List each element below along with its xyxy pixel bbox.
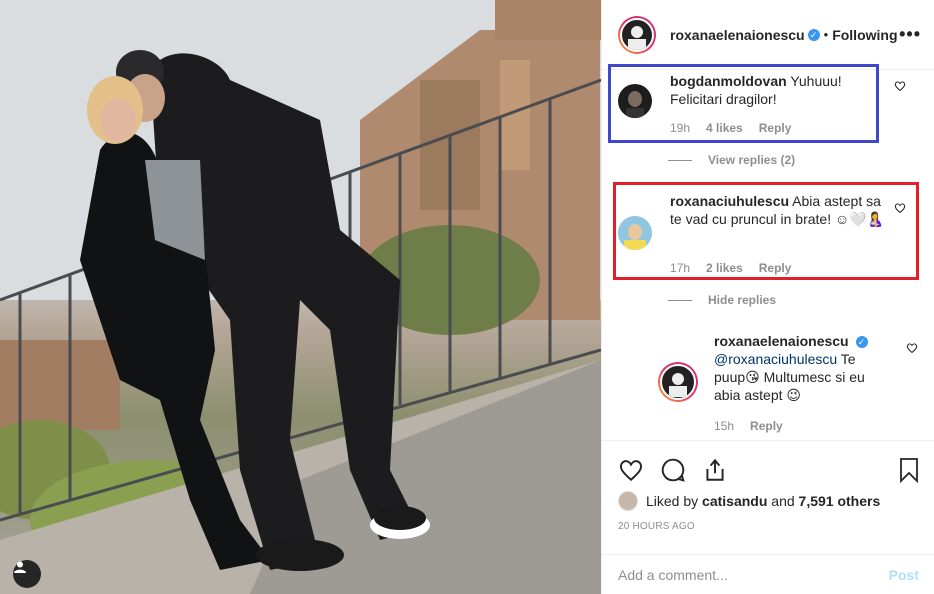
liked-by-joiner: and bbox=[771, 493, 795, 509]
post-photo[interactable] bbox=[0, 0, 601, 594]
reply-time[interactable]: 15h bbox=[714, 419, 734, 433]
header-separator: • bbox=[823, 27, 829, 42]
post-actions: Liked by catisandu and 7,591 others 20 H… bbox=[602, 440, 934, 568]
highlight-box-red bbox=[613, 182, 919, 280]
photo-scene bbox=[0, 0, 601, 594]
liker-avatar[interactable] bbox=[618, 491, 638, 511]
liked-by-user[interactable]: catisandu bbox=[702, 493, 767, 509]
author-avatar[interactable] bbox=[618, 15, 656, 54]
post-button[interactable]: Post bbox=[889, 567, 919, 583]
highlight-box-blue bbox=[608, 64, 879, 143]
reply-button[interactable]: Reply bbox=[750, 419, 783, 433]
share-icon[interactable] bbox=[702, 457, 728, 483]
comment-composer: Post bbox=[602, 554, 934, 594]
verified-icon: ✓ bbox=[855, 336, 868, 349]
post-header: roxanaelenaionescu ✓ • Following ••• bbox=[602, 0, 934, 70]
reply-username[interactable]: roxanaelenaionescu bbox=[714, 333, 849, 349]
reply-mention[interactable]: @roxanaciuhulescu bbox=[714, 351, 837, 367]
author-username[interactable]: roxanaelenaionescu bbox=[670, 27, 805, 43]
bookmark-icon[interactable] bbox=[897, 457, 921, 483]
reply-item: roxanaelenaionescu ✓ @roxanaciuhulescu T… bbox=[658, 332, 918, 433]
liked-by-prefix: Liked by bbox=[646, 493, 699, 509]
user-tag-icon[interactable] bbox=[13, 560, 41, 588]
comment-input[interactable] bbox=[618, 566, 889, 583]
comment-icon[interactable] bbox=[660, 457, 686, 483]
view-replies-button[interactable]: View replies (2) bbox=[668, 153, 795, 167]
comment-heart-icon[interactable] bbox=[906, 342, 918, 354]
liked-by-others[interactable]: 7,591 others bbox=[799, 493, 881, 509]
reply-author-avatar[interactable] bbox=[658, 362, 698, 402]
verified-icon: ✓ bbox=[807, 28, 820, 41]
hide-replies-button[interactable]: Hide replies bbox=[668, 293, 776, 307]
more-options-icon[interactable]: ••• bbox=[899, 24, 921, 45]
post-timestamp[interactable]: 20 HOURS AGO bbox=[618, 521, 695, 532]
hide-replies-label: Hide replies bbox=[708, 293, 777, 307]
heart-icon[interactable] bbox=[618, 457, 644, 483]
following-button[interactable]: Following bbox=[832, 27, 897, 43]
comment-heart-icon[interactable] bbox=[894, 80, 906, 92]
liked-by-summary: Liked by catisandu and 7,591 others bbox=[618, 491, 880, 511]
view-replies-label: View replies (2) bbox=[708, 153, 796, 167]
